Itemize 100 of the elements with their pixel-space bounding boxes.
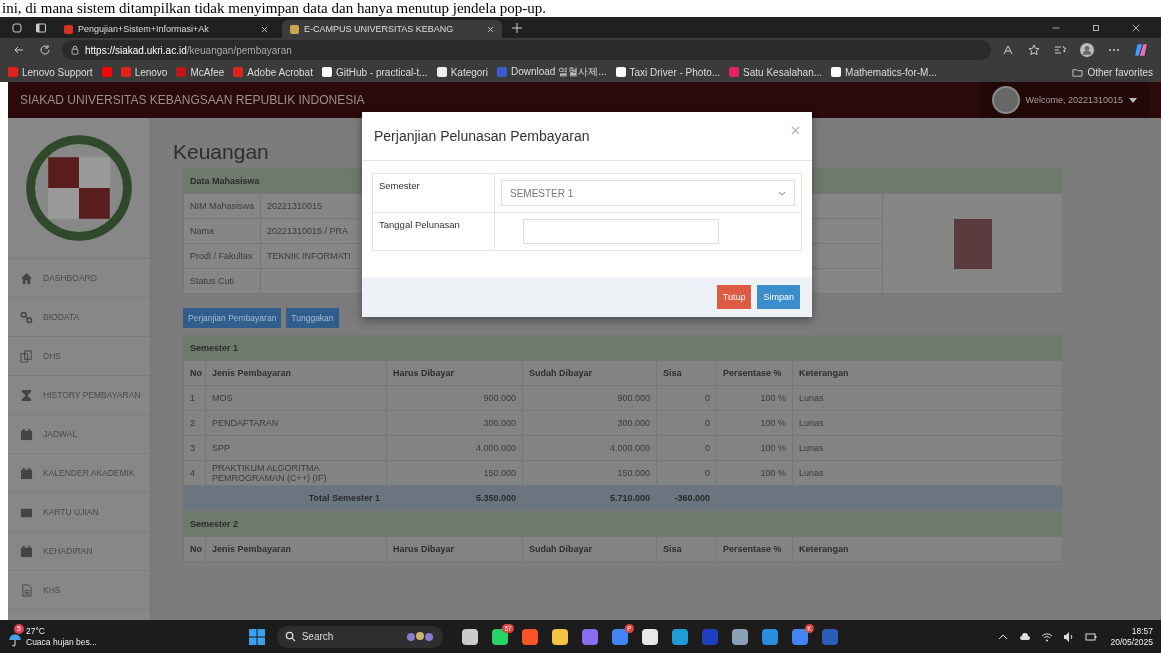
bookmark[interactable]: Satu Kesalahan... <box>729 66 823 78</box>
close-tab-icon[interactable] <box>487 25 494 33</box>
read-aloud-icon[interactable] <box>1002 44 1014 56</box>
favorites-icon[interactable] <box>1054 44 1066 56</box>
table-cell: 5.350.000 <box>386 485 523 511</box>
document-text: ini, di mana sistem ditampilkan tidak menyimpan data dan hanya menutup jendela pop-up. <box>1 0 548 17</box>
bookmark[interactable]: Kategori <box>436 66 488 78</box>
umbrella-icon <box>8 632 22 647</box>
photo-placeholder <box>953 218 992 269</box>
column-header: Sisa <box>656 536 717 562</box>
calendar-icon <box>20 544 33 558</box>
table-cell: 150.000 <box>386 460 523 486</box>
bookmark[interactable]: Mathematics-for-M... <box>831 66 937 78</box>
table-cell: 4.000.000 <box>386 435 523 461</box>
column-header: Harus Dibayar <box>386 360 523 386</box>
field-label: Tanggal Pelunasan <box>372 212 495 251</box>
table-cell: 100 % <box>716 410 793 436</box>
column-header: Jenis Pembayaran <box>205 536 387 562</box>
hourglass-icon <box>20 388 33 402</box>
bookmark[interactable] <box>101 67 112 77</box>
table-cell: PRAKTIKUM ALGORITMA PEMROGRAMAN (C++) (IF) <box>205 460 387 486</box>
file-icon <box>20 583 33 597</box>
bookmark[interactable]: Lenovo <box>120 66 168 78</box>
close-button[interactable]: Tutup <box>716 285 752 309</box>
table-cell: 0 <box>656 435 717 461</box>
table-cell: 5.710.000 <box>522 485 657 511</box>
user-menu[interactable]: Welcome, 20221310015 <box>979 82 1149 118</box>
calendar-icon <box>20 427 33 441</box>
copilot-icon[interactable] <box>1134 43 1148 57</box>
table-cell: 100 % <box>716 460 793 486</box>
copy-icon <box>20 349 33 363</box>
search-field[interactable]: Search <box>276 625 443 648</box>
back-icon[interactable] <box>13 44 25 56</box>
other-favorites[interactable]: Other favorites <box>1072 66 1153 78</box>
bookmark-icon <box>615 67 626 77</box>
clock[interactable]: 18:57 20/05/2025 <box>1110 625 1153 648</box>
address-bar[interactable]: https://siakad.ukri.ac.id/keuangan/pembayaran <box>62 40 991 60</box>
bookmark[interactable]: GitHub - practical-t... <box>321 66 428 78</box>
battery-icon[interactable] <box>1085 630 1098 643</box>
restore-icon[interactable] <box>1091 22 1101 33</box>
bookmark[interactable]: Adobe Acrobat <box>233 66 313 78</box>
column-header: Sudah Dibayar <box>522 536 657 562</box>
profile-icon[interactable] <box>1080 43 1094 57</box>
bookmark[interactable]: Download 열혈사제... <box>496 65 607 79</box>
action-button[interactable]: Perjanjian Pembayaran <box>183 308 282 328</box>
wifi-icon[interactable] <box>1041 630 1054 643</box>
close-tab-icon[interactable] <box>261 25 268 33</box>
table-cell: Nama <box>183 218 261 244</box>
table-cell: 900.000 <box>386 385 523 411</box>
chevron-down-icon <box>778 190 786 196</box>
table-cell: 3 <box>183 435 206 461</box>
workspaces-icon[interactable] <box>11 21 23 34</box>
table-cell: 150.000 <box>522 460 657 486</box>
column-header: Sudah Dibayar <box>522 360 657 386</box>
close-icon[interactable] <box>1131 22 1141 33</box>
bookmark[interactable]: McAfee <box>176 66 225 78</box>
table-cell: 0 <box>656 385 717 411</box>
table-cell: 300.000 <box>522 410 657 436</box>
table-cell: 0 <box>656 460 717 486</box>
column-header: Keterangan <box>792 360 1063 386</box>
table-cell: Prodi / Fakultas <box>183 243 261 269</box>
table-cell: Lunas <box>792 410 1063 436</box>
bookmark[interactable]: Taxi Driver - Photo... <box>615 66 721 78</box>
browser-tab[interactable]: Pengujian+Sistem+Informasi+Ak <box>56 19 276 39</box>
table-cell: 100 % <box>716 435 793 461</box>
new-tab-icon[interactable] <box>511 21 523 34</box>
table-cell: 4.000.000 <box>522 435 657 461</box>
home-icon <box>20 271 33 285</box>
date-input[interactable] <box>523 219 719 244</box>
table-cell: NIM Mahasiswa <box>183 193 261 219</box>
calendar-icon <box>20 466 33 480</box>
bookmark-icon <box>233 67 244 77</box>
modal-title: Perjanjian Pelunasan Pembayaran <box>374 128 590 144</box>
table-cell: 0 <box>656 410 717 436</box>
column-header: Keterangan <box>792 536 1063 562</box>
table-cell: SPP <box>205 435 387 461</box>
star-icon[interactable] <box>1028 44 1040 56</box>
save-button[interactable]: Simpan <box>757 285 800 309</box>
tab-actions-icon[interactable] <box>35 21 47 34</box>
bookmark-icon <box>729 67 740 77</box>
column-header: No <box>183 536 206 562</box>
cloud-icon[interactable] <box>1019 630 1032 643</box>
table-cell: 100 % <box>716 385 793 411</box>
bookmark-icon <box>321 67 332 77</box>
bookmark-icon <box>101 67 112 77</box>
table-cell: 300.000 <box>386 410 523 436</box>
action-button[interactable]: Tunggakan <box>286 308 339 328</box>
table-cell: Lunas <box>792 460 1063 486</box>
start-icon[interactable] <box>248 628 265 645</box>
table-cell: PENDAFTARAN <box>205 410 387 436</box>
table-cell: 4 <box>183 460 206 486</box>
table-cell: Lunas <box>792 435 1063 461</box>
semester-dropdown[interactable]: SEMESTER 1 <box>501 180 795 206</box>
browser-tab[interactable]: E-CAMPUS UNIVERSITAS KEBANG <box>282 19 502 39</box>
reload-icon[interactable] <box>39 44 51 56</box>
bookmark-icon <box>176 67 187 77</box>
bookmark-icon <box>436 67 447 77</box>
bookmark[interactable]: Lenovo Support <box>8 66 93 78</box>
column-header: Sisa <box>656 360 717 386</box>
field-label: Semester <box>372 173 495 213</box>
